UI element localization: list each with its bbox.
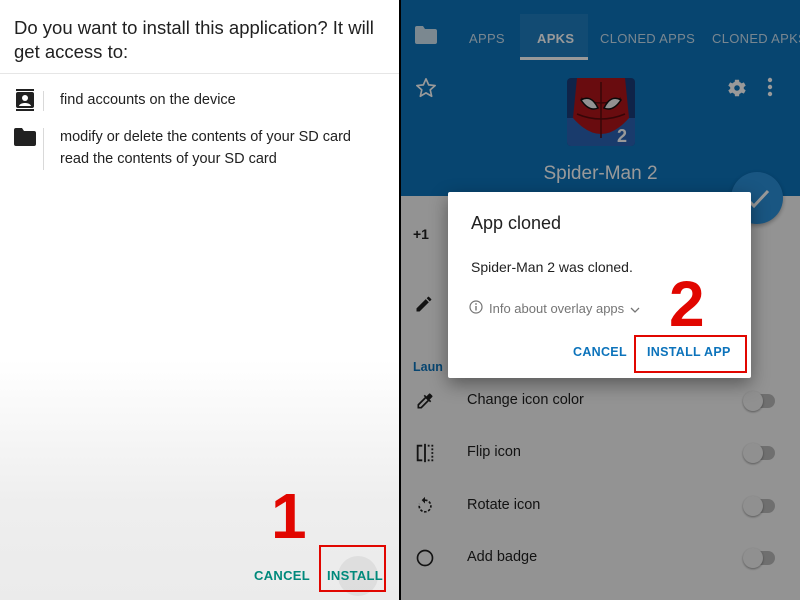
divider [0,73,399,74]
permission-storage: modify or delete the contents of your SD… [14,126,351,170]
permission-divider [43,91,44,111]
folder-icon [14,126,36,148]
info-link-text: Info about overlay apps [489,301,625,316]
step-number-2: 2 [669,268,705,340]
permission-accounts: find accounts on the device [14,89,236,111]
install-prompt-title: Do you want to install this application?… [14,17,374,62]
permission-text: read the contents of your SD card [60,151,277,167]
highlight-box-install [319,545,386,592]
dialog-message: Spider-Man 2 was cloned. [471,259,633,275]
contacts-icon [14,89,36,111]
overlay-info-link[interactable]: Info about overlay apps [469,300,640,317]
dialog-cancel-button[interactable]: CANCEL [573,345,627,359]
info-icon [469,300,483,317]
app-cloner-screen: APPS APKS CLONED APPS CLONED APKS 2 Spid… [401,0,800,600]
permission-divider [43,128,44,170]
install-permission-screen: Do you want to install this application?… [0,0,399,600]
chevron-down-icon [630,301,640,316]
dialog-title: App cloned [471,213,562,233]
permission-text: find accounts on the device [60,92,236,108]
permission-text: modify or delete the contents of your SD… [60,129,351,145]
highlight-box-install-app [634,335,747,373]
step-number-1: 1 [271,480,307,552]
cancel-button[interactable]: CANCEL [254,568,310,583]
